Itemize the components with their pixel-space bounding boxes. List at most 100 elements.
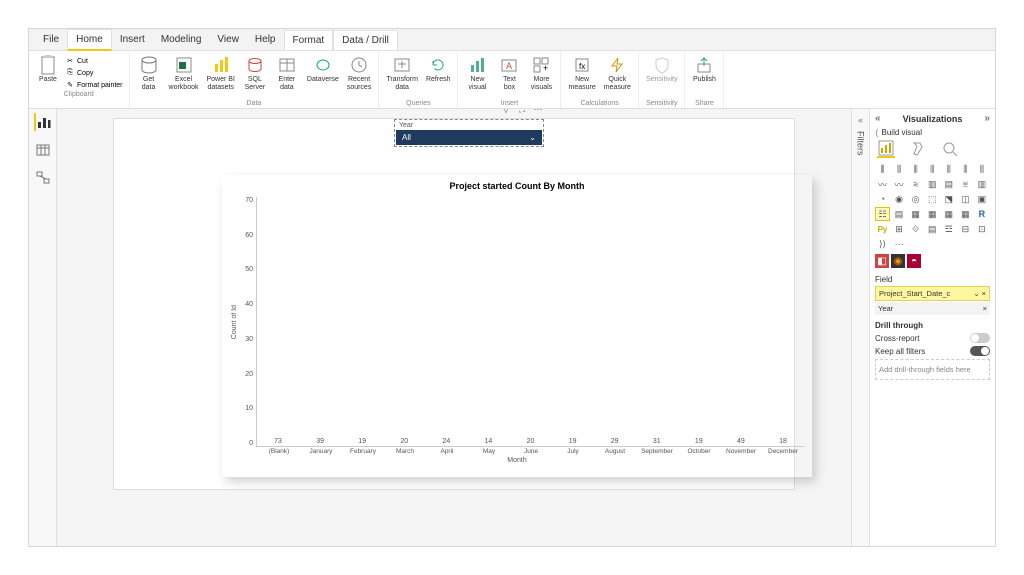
viz-type-icon[interactable]: ▣ xyxy=(974,192,989,206)
build-tab-icon[interactable] xyxy=(877,140,895,158)
tab-file[interactable]: File xyxy=(35,30,67,49)
cut-button[interactable]: ✂Cut xyxy=(63,55,125,67)
collapse-left-icon[interactable]: « xyxy=(875,113,881,124)
report-canvas[interactable]: ▽ ⛶ ⋯ Year All ⌄ Project started Count B… xyxy=(57,109,851,546)
viz-type-icon[interactable]: ⫼ xyxy=(974,162,989,176)
viz-type-icon[interactable]: ⊡ xyxy=(974,222,989,236)
viz-type-icon[interactable]: 〰 xyxy=(892,177,907,191)
viz-type-icon[interactable]: ◉ xyxy=(892,192,907,206)
chevron-left-icon: « xyxy=(858,115,863,125)
field-well[interactable]: Project_Start_Date_c ⌄× xyxy=(875,286,990,301)
sql-button[interactable]: SQL Server xyxy=(240,53,270,93)
viz-type-icon[interactable]: ◔ xyxy=(875,192,890,206)
remove-field-icon[interactable]: × xyxy=(983,304,987,313)
nav-report[interactable] xyxy=(34,113,52,131)
chart-visual[interactable]: Project started Count By Month Count of … xyxy=(222,175,812,477)
keep-filters-toggle[interactable] xyxy=(970,346,990,356)
recent-sources-button[interactable]: Recent sources xyxy=(344,53,375,93)
format-painter-button[interactable]: ✎Format painter xyxy=(63,79,125,91)
nav-model[interactable] xyxy=(34,169,52,187)
filter-icon[interactable]: ▽ xyxy=(500,109,512,115)
viz-type-icon[interactable]: ▤ xyxy=(941,177,956,191)
viz-type-icon[interactable]: ▥ xyxy=(925,177,940,191)
field-hierarchy-item[interactable]: Year × xyxy=(875,302,990,315)
viz-type-icon[interactable]: ◫ xyxy=(958,192,973,206)
dataverse-button[interactable]: Dataverse xyxy=(304,53,342,86)
new-visual-button[interactable]: New visual xyxy=(462,53,492,93)
viz-type-icon[interactable]: Py xyxy=(875,222,890,236)
tab-format[interactable]: Format xyxy=(284,30,334,50)
viz-type-icon[interactable]: ⩸ xyxy=(958,177,973,191)
chevron-down-icon: ⌄ xyxy=(529,133,536,142)
viz-type-icon[interactable]: ⬚ xyxy=(925,192,940,206)
viz-type-icon[interactable]: ▥ xyxy=(974,177,989,191)
database-icon xyxy=(139,55,159,75)
dataverse-icon xyxy=(313,55,333,75)
format-tab-icon[interactable] xyxy=(909,140,927,158)
viz-type-icon[interactable]: ⫼ xyxy=(875,162,890,176)
viz-type-icon[interactable]: ⫼ xyxy=(958,162,973,176)
cross-report-toggle[interactable] xyxy=(970,333,990,343)
tab-data-drill[interactable]: Data / Drill xyxy=(333,30,398,50)
enter-data-button[interactable]: Enter data xyxy=(272,53,302,93)
left-nav xyxy=(29,109,57,546)
viz-custom-3[interactable]: ◓ xyxy=(907,254,921,268)
analytics-tab-icon[interactable] xyxy=(941,140,959,158)
viz-type-icon[interactable]: ⫼ xyxy=(908,162,923,176)
viz-type-icon[interactable]: ⫼ xyxy=(925,162,940,176)
viz-type-icon[interactable]: ▦ xyxy=(908,207,923,221)
viz-type-icon[interactable]: ⊞ xyxy=(892,222,907,236)
nav-data[interactable] xyxy=(34,141,52,159)
filters-pane[interactable]: « Filters xyxy=(851,109,869,546)
viz-type-icon[interactable]: ☲ xyxy=(941,222,956,236)
viz-type-icon[interactable]: R xyxy=(974,207,989,221)
sensitivity-button[interactable]: Sensitivity xyxy=(643,53,681,86)
slicer-dropdown[interactable]: All ⌄ xyxy=(396,130,542,145)
quick-measure-button[interactable]: Quick measure xyxy=(601,53,634,93)
viz-type-icon[interactable]: ◎ xyxy=(908,192,923,206)
viz-type-icon[interactable]: ⊟ xyxy=(958,222,973,236)
drill-fields-drop[interactable]: Add drill-through fields here xyxy=(875,359,990,380)
excel-button[interactable]: Excel workbook xyxy=(166,53,202,93)
viz-type-icon[interactable]: ▤ xyxy=(925,222,940,236)
transform-data-button[interactable]: Transform data xyxy=(383,53,421,93)
viz-type-icon[interactable]: ▦ xyxy=(958,207,973,221)
viz-type-icon[interactable]: ⬔ xyxy=(941,192,956,206)
remove-field-icon[interactable]: × xyxy=(982,289,986,298)
new-measure-button[interactable]: fxNew measure xyxy=(565,53,598,93)
tab-view[interactable]: View xyxy=(209,30,247,49)
viz-type-icon[interactable]: ⩬ xyxy=(908,177,923,191)
viz-type-icon[interactable]: ⋯ xyxy=(892,237,907,251)
slicer-visual[interactable]: ▽ ⛶ ⋯ Year All ⌄ xyxy=(394,119,544,147)
tab-modeling[interactable]: Modeling xyxy=(153,30,210,49)
pbi-datasets-button[interactable]: Power BI datasets xyxy=(204,53,238,93)
viz-type-icon[interactable]: ▦ xyxy=(925,207,940,221)
more-icon[interactable]: ⋯ xyxy=(532,109,544,115)
viz-custom-1[interactable]: ◧ xyxy=(875,254,889,268)
copy-button[interactable]: ⎘Copy xyxy=(63,67,125,79)
tab-help[interactable]: Help xyxy=(247,30,284,49)
viz-custom-2[interactable]: ◉ xyxy=(891,254,905,268)
get-data-button[interactable]: Get data xyxy=(134,53,164,93)
textbox-button[interactable]: AText box xyxy=(494,53,524,93)
back-icon[interactable]: ⟨ xyxy=(875,128,879,139)
paste-button[interactable]: Paste xyxy=(33,53,63,91)
viz-type-icon[interactable]: ☷ xyxy=(875,207,890,221)
more-visuals-button[interactable]: +More visuals xyxy=(526,53,556,93)
chart-title: Project started Count By Month xyxy=(230,181,804,191)
viz-type-icon[interactable]: ⫼ xyxy=(941,162,956,176)
y-axis: 706050403020100 xyxy=(238,197,256,447)
focus-icon[interactable]: ⛶ xyxy=(516,109,528,115)
viz-type-icon[interactable]: ⫼ xyxy=(892,162,907,176)
tab-insert[interactable]: Insert xyxy=(112,30,153,49)
viz-type-icon[interactable]: ▤ xyxy=(892,207,907,221)
viz-type-icon[interactable]: ⟩⟩ xyxy=(875,237,890,251)
viz-type-icon[interactable]: ⟐ xyxy=(908,222,923,236)
x-axis-label: Month xyxy=(230,457,804,464)
refresh-button[interactable]: Refresh xyxy=(423,53,454,86)
publish-button[interactable]: Publish xyxy=(689,53,719,86)
expand-right-icon[interactable]: » xyxy=(984,113,990,124)
viz-type-icon[interactable]: ▦ xyxy=(941,207,956,221)
viz-type-icon[interactable]: 〰 xyxy=(875,177,890,191)
tab-home[interactable]: Home xyxy=(67,29,112,51)
